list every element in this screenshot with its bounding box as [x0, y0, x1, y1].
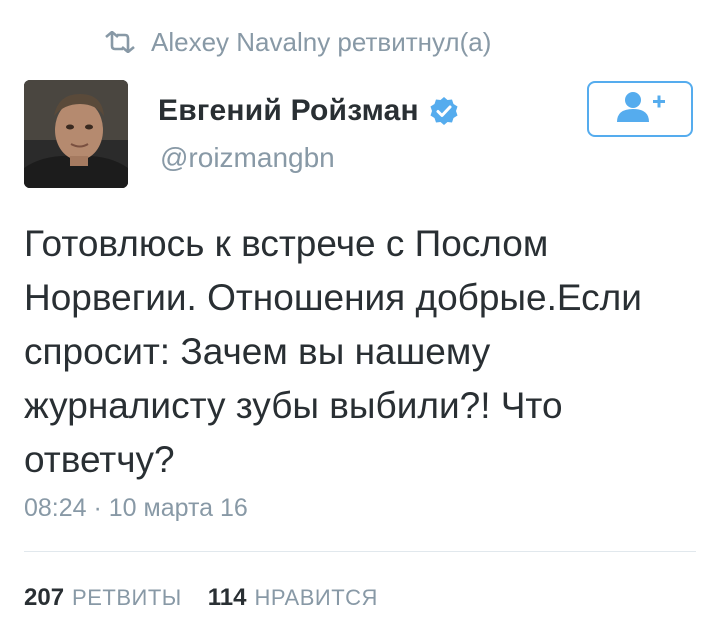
avatar[interactable] — [24, 80, 128, 188]
retweet-context[interactable]: Alexey Navalny ретвитнул(а) — [103, 24, 491, 60]
tweet-text: Готовлюсь к встрече с Послом Норвегии. О… — [24, 223, 642, 480]
likes-count[interactable]: 114 — [208, 584, 247, 612]
follow-button[interactable] — [587, 81, 693, 137]
author-name-row: Евгений Ройзман — [158, 94, 459, 128]
retweets-label[interactable]: РЕТВИТЫ — [72, 585, 182, 611]
tweet-timestamp[interactable]: 08:24 · 10 марта 16 — [24, 494, 248, 523]
retweet-text: Alexey Navalny ретвитнул(а) — [151, 26, 492, 57]
likes-label[interactable]: НРАВИТСЯ — [254, 585, 377, 611]
divider — [24, 551, 696, 552]
verified-badge-icon — [429, 96, 459, 126]
retweet-icon — [103, 31, 137, 53]
author-display-name[interactable]: Евгений Ройзман — [158, 94, 419, 128]
author-handle[interactable]: @roizmangbn — [160, 142, 335, 174]
tweet-stats: 207 РЕТВИТЫ 114 НРАВИТСЯ — [24, 584, 404, 612]
follow-user-plus-icon — [611, 90, 669, 129]
retweets-count[interactable]: 207 — [24, 584, 64, 612]
